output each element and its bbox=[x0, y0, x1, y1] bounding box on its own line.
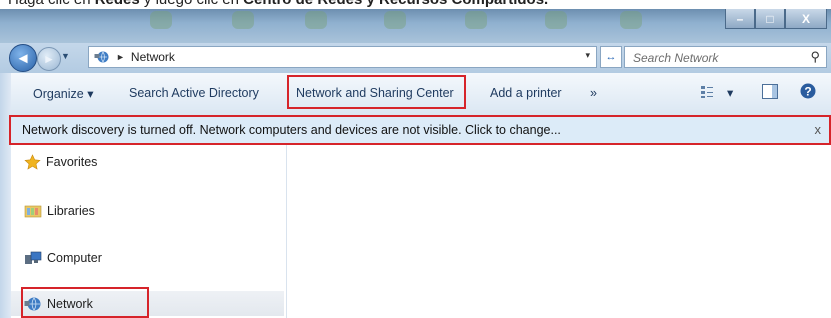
window-titlebar: – □ X bbox=[0, 9, 831, 43]
nav-item-label: Computer bbox=[47, 251, 102, 265]
computer-icon bbox=[25, 251, 42, 264]
background-blob bbox=[545, 11, 567, 29]
nav-item-favorites[interactable]: Favorites bbox=[24, 152, 97, 172]
change-view-icon[interactable] bbox=[700, 85, 714, 99]
more-commands-button[interactable]: » bbox=[590, 86, 597, 100]
background-blob bbox=[150, 11, 172, 29]
background-blob bbox=[465, 11, 487, 29]
address-dropdown-button[interactable]: ▾ bbox=[585, 50, 590, 61]
address-bar[interactable]: ► Network ▾ bbox=[88, 46, 597, 68]
maximize-button[interactable]: □ bbox=[755, 9, 785, 29]
preview-pane-icon[interactable] bbox=[762, 84, 778, 99]
libraries-icon bbox=[24, 205, 42, 218]
nav-item-label: Favorites bbox=[46, 155, 98, 169]
command-bar: Organize ▾ Search Active Directory Netwo… bbox=[0, 73, 831, 116]
help-icon[interactable]: ? bbox=[800, 83, 816, 99]
breadcrumb-separator: ► bbox=[116, 52, 125, 62]
view-dropdown[interactable]: ▾ bbox=[727, 85, 733, 100]
search-input[interactable] bbox=[631, 48, 805, 68]
star-icon bbox=[24, 153, 41, 170]
search-active-directory-button[interactable]: Search Active Directory bbox=[129, 86, 259, 100]
add-printer-button[interactable]: Add a printer bbox=[490, 86, 562, 100]
caption-bold-centro: Centro de Redes y Recursos Compartidos. bbox=[243, 0, 548, 8]
caption-middle: y luego clic en bbox=[140, 0, 243, 8]
caption-bold-redes: Redes bbox=[95, 0, 140, 8]
background-blob bbox=[620, 11, 642, 29]
nav-item-label: Libraries bbox=[47, 204, 95, 218]
background-blob bbox=[305, 11, 327, 29]
address-row: ◄ ► ▼ ► Network ▾ ↔ ⚲ bbox=[0, 43, 831, 73]
nav-item-libraries[interactable]: Libraries bbox=[24, 201, 95, 221]
minimize-button[interactable]: – bbox=[725, 9, 755, 29]
highlight-box bbox=[9, 115, 831, 145]
instruction-caption: Haga clic en Redes y luego clic en Centr… bbox=[8, 0, 831, 9]
breadcrumb-network[interactable]: Network bbox=[131, 50, 175, 64]
forward-button[interactable]: ► bbox=[37, 47, 61, 71]
arrow-left-icon: ◄ bbox=[15, 49, 31, 67]
content-pane bbox=[287, 145, 831, 318]
search-icon[interactable]: ⚲ bbox=[810, 49, 820, 65]
nav-item-computer[interactable]: Computer bbox=[24, 248, 102, 268]
organize-menu[interactable]: Organize ▾ bbox=[33, 86, 93, 101]
background-blob bbox=[232, 11, 254, 29]
arrow-right-icon: ► bbox=[43, 52, 55, 66]
caption-prefix: Haga clic en bbox=[8, 0, 95, 8]
network-icon bbox=[94, 51, 109, 63]
window-left-border bbox=[0, 73, 11, 318]
search-box[interactable]: ⚲ bbox=[624, 46, 827, 68]
back-button[interactable]: ◄ bbox=[9, 44, 37, 72]
refresh-button[interactable]: ↔ bbox=[600, 46, 622, 68]
window-controls: – □ X bbox=[725, 9, 827, 29]
recent-pages-dropdown[interactable]: ▼ bbox=[61, 51, 70, 61]
highlight-box bbox=[21, 287, 149, 318]
background-blob bbox=[384, 11, 406, 29]
close-button[interactable]: X bbox=[785, 9, 827, 29]
highlight-box bbox=[287, 75, 466, 109]
svg-text:?: ? bbox=[804, 85, 811, 99]
